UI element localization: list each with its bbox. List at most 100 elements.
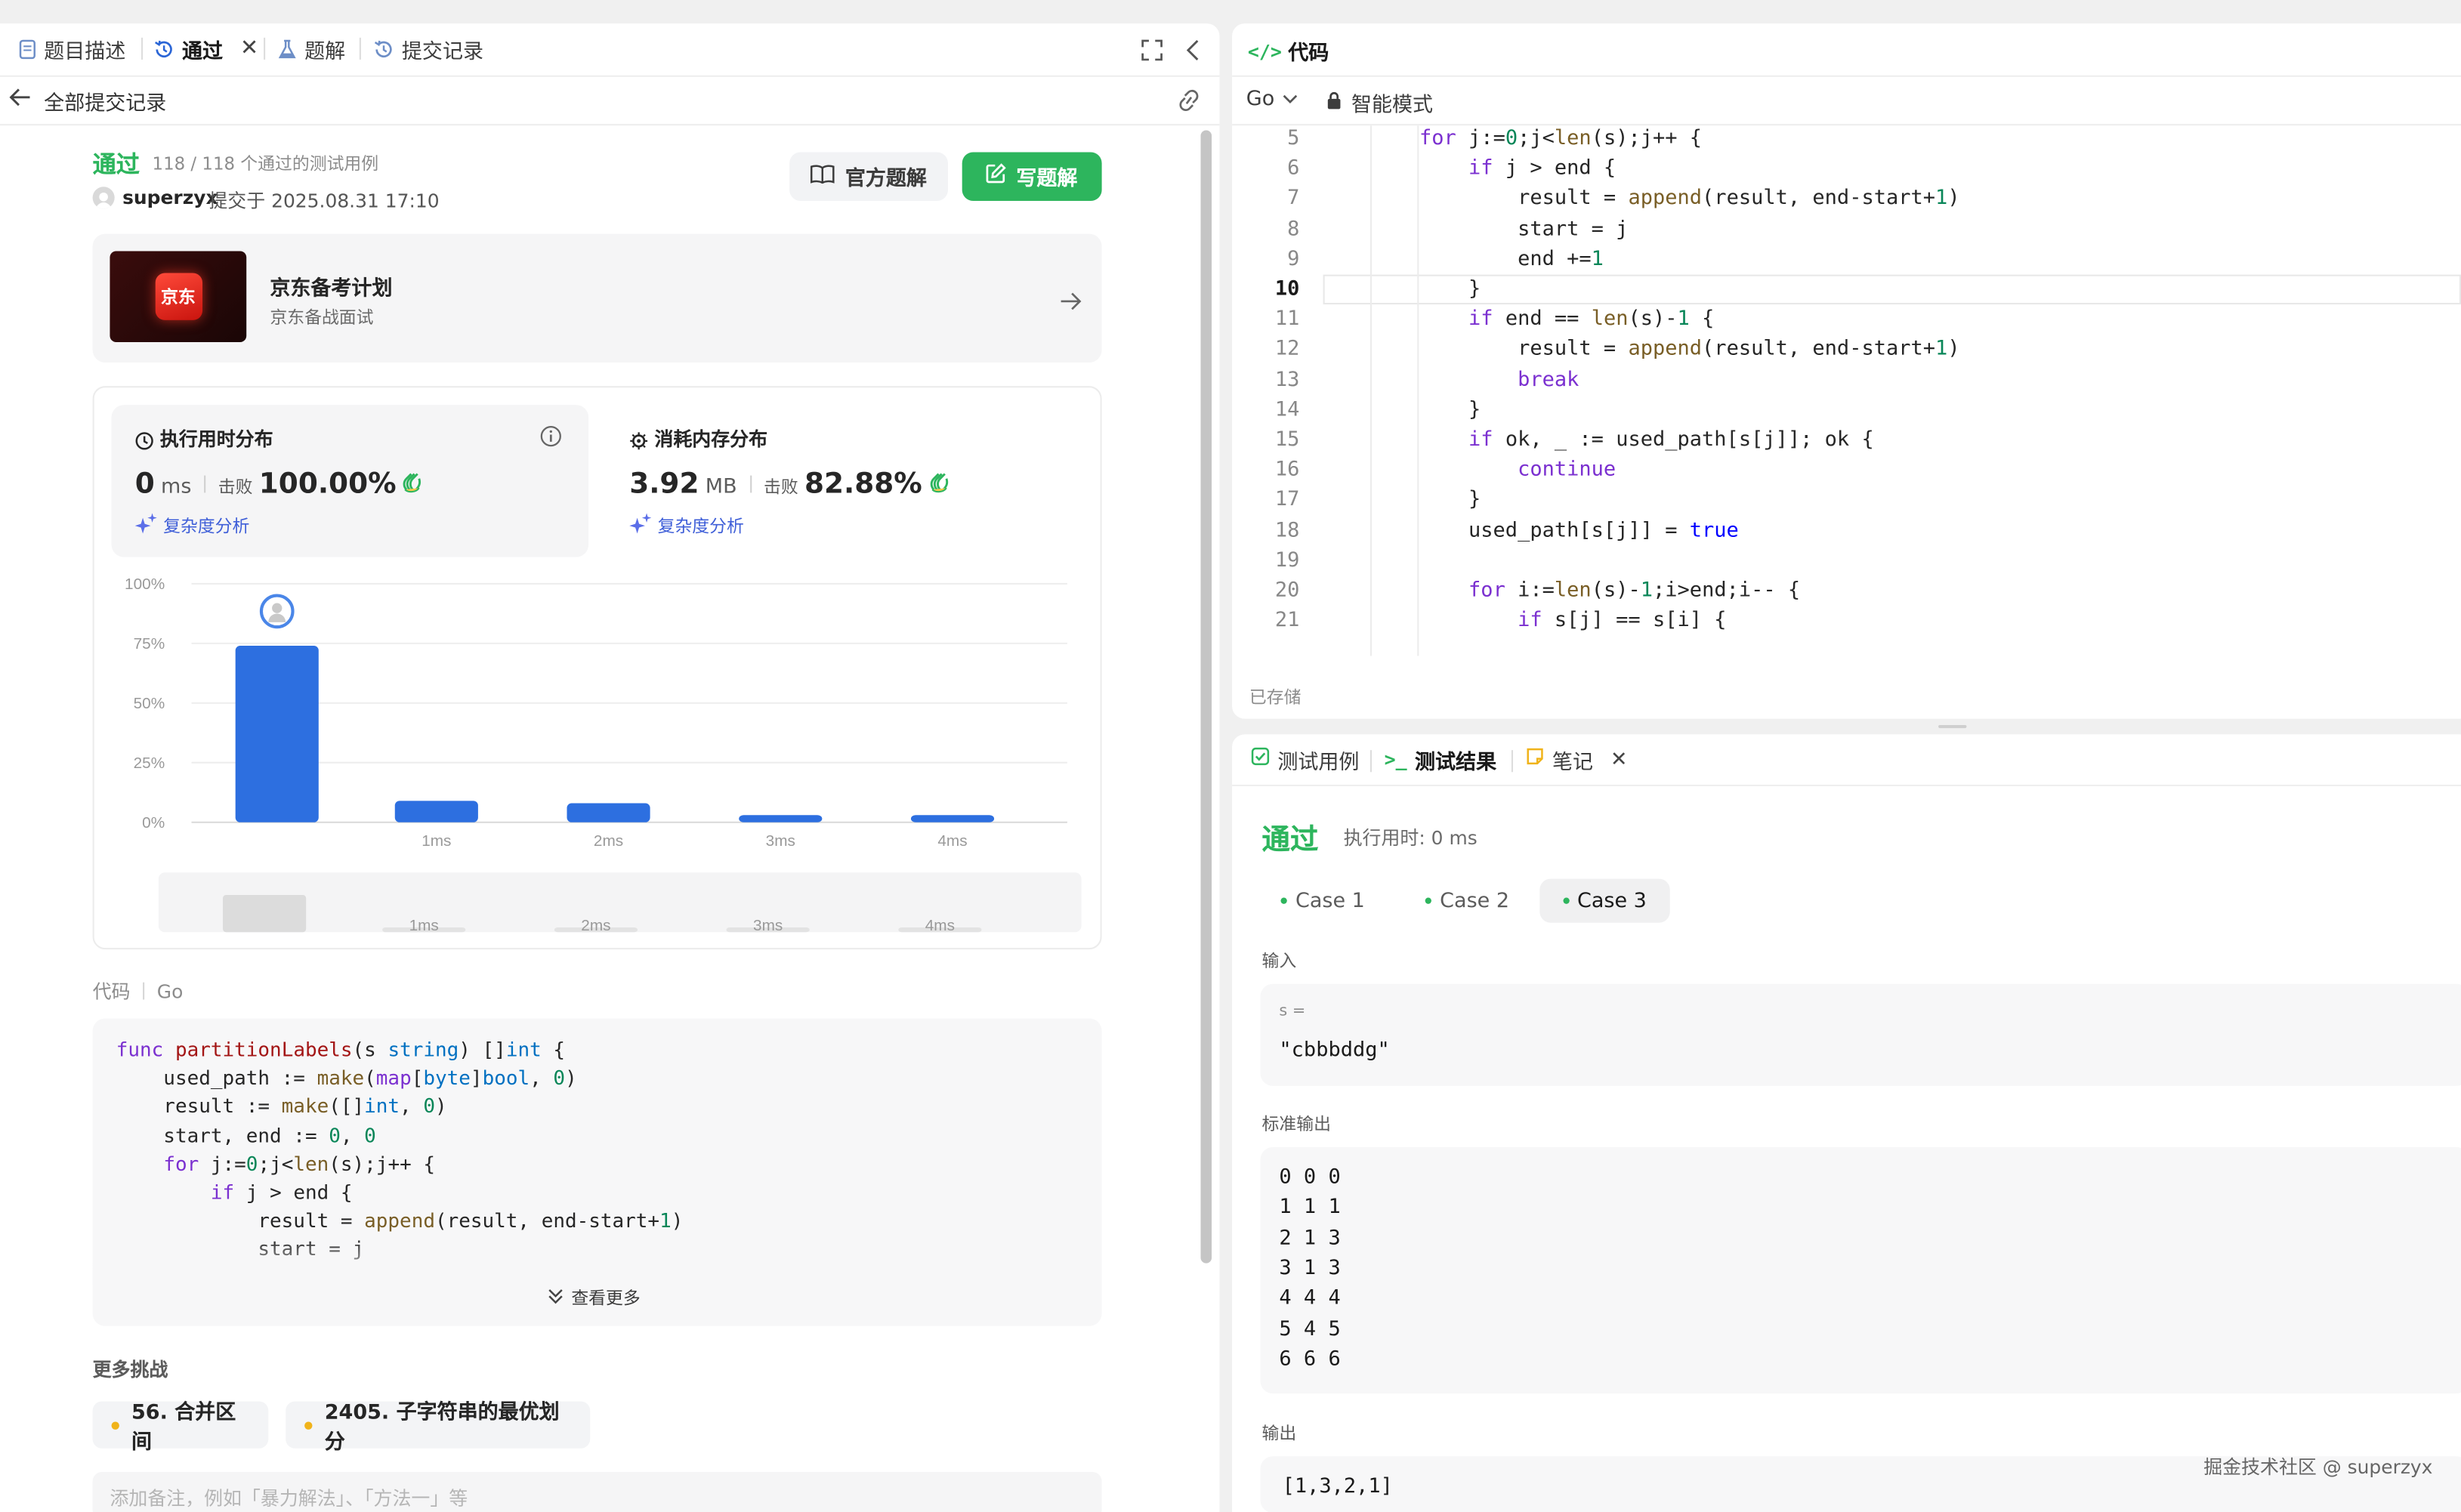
case-tab[interactable]: Case 3 (1539, 878, 1670, 923)
collapse-icon[interactable] (1185, 38, 1201, 67)
code-line: result = append(result, end-start+1) (1369, 187, 1960, 211)
code-icon: </> (1247, 39, 1282, 63)
official-solution-button[interactable]: 官方题解 (789, 152, 948, 201)
show-more-link[interactable]: 查看更多 (548, 1285, 641, 1310)
tab-description[interactable]: 题目描述 (19, 23, 125, 73)
case-tab[interactable]: Case 2 (1407, 879, 1529, 923)
tab-test-result[interactable]: >_ 测试结果 (1385, 734, 1496, 784)
memory-analysis-link[interactable]: 复杂度分析 (629, 513, 744, 538)
overview-bar (223, 895, 307, 933)
bar[interactable] (739, 815, 823, 822)
tab-accepted[interactable]: 通过 ✕ (154, 23, 258, 73)
line-number: 18 (1274, 518, 1300, 543)
tab-test-cases-label: 测试用例 (1277, 751, 1360, 775)
code-section-label: 代码 (92, 980, 131, 1003)
smart-mode-label: 智能模式 (1351, 94, 1434, 118)
stdout-line: 0 0 0 (1279, 1165, 1341, 1190)
line-number: 8 (1287, 217, 1300, 242)
close-icon[interactable]: ✕ (1610, 748, 1628, 771)
case-tab[interactable]: Case 1 (1262, 879, 1385, 923)
note-icon (1526, 747, 1545, 772)
test-panel: 测试用例 >_ 测试结果 笔记 ✕ 通过 执行用时: 0 ms Case 1 Ca… (1232, 734, 2461, 1512)
code-line: } (1369, 277, 1481, 301)
close-icon[interactable]: ✕ (240, 36, 258, 61)
code-section-lang: Go (156, 980, 184, 1002)
tab-divider (264, 37, 266, 60)
challenge-chip[interactable]: 2405. 子字符串的最优划分 (286, 1401, 591, 1455)
bar[interactable] (394, 801, 478, 822)
runtime-value: 0 (134, 467, 155, 501)
runtime-beat-label: 击败 (218, 477, 253, 498)
tab-description-label: 题目描述 (44, 39, 126, 64)
scrollbar[interactable] (1200, 130, 1212, 1264)
code-block[interactable]: func partitionLabels(s string) []int { u… (92, 1018, 1102, 1326)
line-number: 12 (1274, 338, 1300, 362)
code-line: start = j (1369, 217, 1629, 242)
tab-notes[interactable]: 笔记 ✕ (1526, 734, 1628, 784)
notes-placeholder: 添加备注，例如「暴力解法」、「方法一」等 (110, 1487, 468, 1510)
promo-card[interactable]: 京东 京东备考计划 京东备战面试 (92, 233, 1102, 363)
case-tab-label: Case 1 (1295, 889, 1365, 913)
panel-resize-handle[interactable] (1938, 724, 1967, 729)
back-link[interactable]: 全部提交记录 (9, 86, 166, 116)
stdout-lines: 0 0 0 1 1 1 2 1 3 3 1 3 4 4 4 5 4 5 6 6 6 (1279, 1166, 1749, 1386)
edit-icon (987, 163, 1007, 190)
saved-status: 已存储 (1249, 687, 1302, 708)
tab-submissions[interactable]: 提交记录 (374, 23, 483, 73)
line-number: 6 (1287, 157, 1300, 181)
tab-divider (141, 37, 144, 60)
write-solution-label: 写题解 (1016, 168, 1078, 192)
tab-solutions[interactable]: 题解 (278, 23, 345, 73)
test-runtime: 执行用时: 0 ms (1343, 827, 1478, 850)
editor-header-divider (1232, 75, 2461, 77)
y-tick-label: 50% (134, 695, 165, 712)
line-number: 20 (1274, 579, 1300, 603)
bar[interactable] (567, 803, 650, 822)
jd-logo-badge: 京东 (154, 273, 202, 320)
notes-input[interactable]: 添加备注，例如「暴力解法」、「方法一」等 (92, 1471, 1102, 1512)
code-editor[interactable]: 5 for j:=0;j<len(s);j++ {6 if j > end {7… (1232, 125, 2461, 656)
sparkle-icon (134, 513, 157, 538)
result-status: 通过 (92, 150, 140, 179)
code-line: for j:=0;j<len(s);j++ { (163, 1151, 436, 1175)
history-icon (154, 39, 174, 59)
fullscreen-icon[interactable] (1141, 38, 1163, 67)
avatar[interactable] (92, 187, 115, 209)
chip-icon (629, 427, 648, 456)
runtime-analysis-link[interactable]: 复杂度分析 (134, 513, 249, 538)
language-select[interactable]: Go (1246, 88, 1298, 112)
indent-guide (1369, 125, 1372, 656)
code-line: continue (1518, 458, 1616, 483)
editor-title: 代码 (1288, 42, 1329, 66)
stdout-box[interactable]: 0 0 0 1 1 1 2 1 3 3 1 3 4 4 4 5 4 5 6 6 6 (1260, 1146, 2461, 1394)
back-row-divider (0, 124, 1220, 126)
bar[interactable] (235, 646, 319, 822)
official-solution-label: 官方题解 (845, 168, 927, 192)
line-number: 13 (1274, 368, 1300, 392)
memory-title: 消耗内存分布 (654, 428, 768, 451)
line-number: 16 (1274, 458, 1300, 483)
write-solution-button[interactable]: 写题解 (962, 152, 1102, 201)
current-line-highlight (1323, 274, 2461, 305)
link-icon[interactable] (1175, 88, 1202, 117)
code-line: if j > end { (1468, 157, 1616, 181)
bar[interactable] (910, 815, 995, 822)
challenge-chip[interactable]: 56. 合并区间 (92, 1401, 269, 1455)
line-number: 19 (1274, 548, 1300, 572)
document-icon (19, 39, 36, 59)
runtime-distribution-chart[interactable]: 100% 75% 50% 25% 0% 1ms 2ms 3ms 4ms 1ms 2ms 3ms 4ms (94, 568, 1101, 949)
submitter-name[interactable]: superzyx (122, 187, 218, 208)
input-box[interactable]: s = "cbbbddg" (1260, 983, 2461, 1086)
y-tick-label: 0% (142, 814, 165, 832)
smart-mode-toggle[interactable]: 智能模式 (1326, 88, 1434, 118)
runtime-box[interactable]: 执行用时分布 0 ms 击败 100.00% 复杂度分析 (111, 405, 589, 557)
tab-test-cases[interactable]: 测试用例 (1251, 734, 1359, 784)
tab-divider (1511, 750, 1513, 773)
arrow-right-icon[interactable] (1060, 287, 1082, 316)
info-icon[interactable] (540, 424, 562, 453)
memory-section[interactable]: 消耗内存分布 3.92 MB 击败 82.88% 复杂度分析 (606, 405, 1083, 557)
code-line: result = append(result, end-start+1) (1369, 338, 1960, 362)
code-section-header: 代码 Go (93, 977, 184, 1004)
show-more-label: 查看更多 (571, 1288, 641, 1309)
code-line: } (1369, 398, 1481, 422)
